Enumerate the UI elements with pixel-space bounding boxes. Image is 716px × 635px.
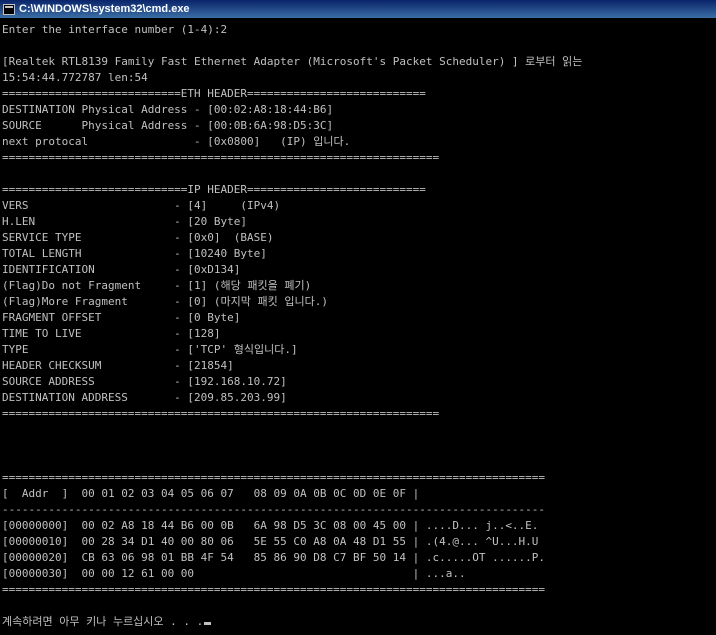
console-line: ============================IP HEADER===… [2,183,426,196]
console-line: TYPE - ['TCP' 형식입니다.] [2,343,298,356]
console-line: FRAGMENT OFFSET - [0 Byte] [2,311,241,324]
console-line: Enter the interface number (1-4):2 [2,23,228,36]
console-line: HEADER CHECKSUM - [21854] [2,359,234,372]
console-line: TIME TO LIVE - [128] [2,327,221,340]
console-line: DESTINATION ADDRESS - [209.85.203.99] [2,391,287,404]
console-line: [00000000] 00 02 A8 18 44 B6 00 0B 6A 98… [2,519,539,532]
console-line: H.LEN - [20 Byte] [2,215,248,228]
console-line: SOURCE Physical Address - [00:0B:6A:98:D… [2,119,334,132]
cmd-icon[interactable] [3,3,15,15]
console-line: ========================================… [2,471,546,484]
console-line: ========================================… [2,407,440,420]
console-line: SOURCE ADDRESS - [192.168.10.72] [2,375,287,388]
console-line: TOTAL LENGTH - [10240 Byte] [2,247,267,260]
console-line: ===========================ETH HEADER===… [2,87,426,100]
console-line: [00000010] 00 28 34 D1 40 00 80 06 5E 55… [2,535,539,548]
console-line: (Flag)More Fragment - [0] (마지막 패킷 입니다.) [2,295,328,308]
window-title: C:\WINDOWS\system32\cmd.exe [19,3,190,15]
text-cursor [204,622,212,625]
console-line: 15:54:44.772787 len:54 [2,71,148,84]
console-line: ========================================… [2,583,546,596]
press-any-key-prompt: 계속하려면 아무 키나 누르십시오 . . . [2,615,204,628]
console-line: [00000020] CB 63 06 98 01 BB 4F 54 85 86… [2,551,546,564]
title-bar[interactable]: C:\WINDOWS\system32\cmd.exe [0,0,716,18]
console-output[interactable]: Enter the interface number (1-4):2 [Real… [2,22,716,635]
console-line: DESTINATION Physical Address - [00:02:A8… [2,103,334,116]
console-line: next protocal - [0x0800] (IP) 입니다. [2,135,351,148]
console-prompt-line: 계속하려면 아무 키나 누르십시오 . . . [2,614,716,630]
console-line: ----------------------------------------… [2,503,546,516]
console-line: ========================================… [2,151,440,164]
console-line: VERS - [4] (IPv4) [2,199,281,212]
console-line: IDENTIFICATION - [0xD134] [2,263,241,276]
console-line: [ Addr ] 00 01 02 03 04 05 06 07 08 09 0… [2,487,420,500]
console-line: [00000030] 00 00 12 61 00 00 | ...a.. [2,567,466,580]
console-line: SERVICE TYPE - [0x0] (BASE) [2,231,274,244]
console-line: (Flag)Do not Fragment - [1] (해당 패킷을 폐기) [2,279,312,292]
console-line: [Realtek RTL8139 Family Fast Ethernet Ad… [2,55,583,68]
